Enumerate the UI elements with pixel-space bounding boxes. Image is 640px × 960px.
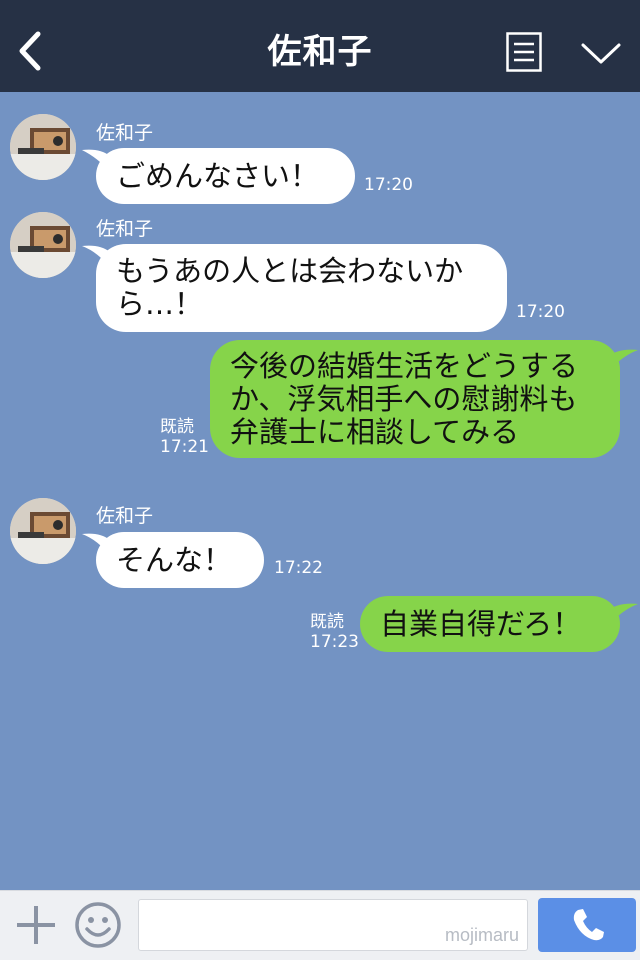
message-input[interactable]: mojimaru: [138, 899, 528, 951]
message-text: そんな！: [116, 542, 233, 577]
message-bubble[interactable]: 自業自得だろ！: [360, 596, 620, 652]
message-text: ごめんなさい！: [116, 158, 320, 193]
bubble-tail: [608, 349, 638, 372]
avatar-photo: [10, 212, 76, 278]
read-receipt: 既読 17:21: [160, 417, 209, 457]
sender-name: 佐和子: [96, 218, 154, 240]
plus-icon: [17, 906, 55, 944]
message-time: 17:22: [274, 558, 323, 578]
watermark: mojimaru: [444, 925, 519, 945]
chevron-down-icon: [581, 43, 621, 64]
sender-name: 佐和子: [96, 505, 154, 527]
message-text: もうあの人とは会わないか ら…！: [116, 254, 464, 321]
menu-list-icon: [506, 32, 542, 72]
message-time: 17:21: [160, 437, 209, 457]
message-time: 17:23: [310, 632, 359, 652]
message-bubble[interactable]: そんな！: [96, 532, 264, 588]
emoji-button[interactable]: [74, 901, 122, 949]
phone-icon: [573, 909, 604, 941]
read-receipt: 既読 17:23: [310, 612, 359, 652]
avatar[interactable]: [10, 114, 76, 180]
message-time: 17:20: [364, 175, 413, 195]
avatar-photo: [10, 498, 76, 564]
avatar[interactable]: [10, 212, 76, 278]
chat-title: 佐和子: [267, 32, 373, 72]
message-text: 自業自得だろ！: [380, 606, 582, 641]
avatar[interactable]: [10, 498, 76, 564]
smiley-icon: [75, 902, 121, 948]
menu-button[interactable]: [506, 32, 542, 72]
back-button[interactable]: [14, 30, 44, 72]
sender-name: 佐和子: [96, 122, 154, 144]
add-button[interactable]: [14, 903, 58, 947]
message-bubble[interactable]: もうあの人とは会わないか ら…！: [96, 244, 507, 332]
message-bubble[interactable]: ごめんなさい！: [96, 148, 355, 204]
dropdown-button[interactable]: [580, 38, 622, 68]
message-time: 17:20: [516, 302, 565, 322]
chat-area[interactable]: 佐和子 ごめんなさい！ 17:20 佐和子 もうあの人とは会わないか ら…！ 1…: [0, 92, 640, 890]
call-button[interactable]: [538, 898, 636, 952]
read-label: 既読: [310, 612, 344, 632]
chevron-left-icon: [19, 31, 41, 71]
avatar-photo: [10, 114, 76, 180]
message-bubble[interactable]: 今後の結婚生活をどうする か、浮気相手への慰謝料も 弁護士に相談してみる: [210, 340, 620, 458]
message-text: 今後の結婚生活をどうする か、浮気相手への慰謝料も 弁護士に相談してみる: [230, 348, 579, 449]
input-bar: mojimaru: [0, 890, 640, 960]
read-label: 既読: [160, 417, 194, 437]
chat-header: 佐和子: [0, 0, 640, 92]
bubble-tail: [608, 603, 638, 626]
